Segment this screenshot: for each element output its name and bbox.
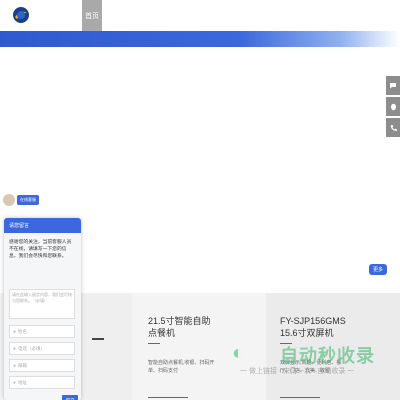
product-bottom-line — [148, 397, 188, 398]
message-textarea[interactable]: 请在此输入留言内容，我们会尽快与您联系。（必填） — [9, 289, 75, 319]
nav-home[interactable]: 首页 — [82, 0, 102, 31]
product-card-placeholder[interactable] — [80, 293, 132, 400]
name-field[interactable]: ● 姓名 — [9, 325, 75, 338]
product-dash — [92, 338, 104, 340]
product-title[interactable]: FY-SJP156GMS 15.6寸双屏机 — [280, 315, 360, 339]
header: 首页 — [0, 0, 400, 31]
more-button[interactable]: 更多 — [369, 264, 387, 275]
logo-icon[interactable] — [12, 6, 30, 24]
phone-placeholder: 电话（必填） — [18, 345, 46, 351]
chat-bubble-icon[interactable] — [386, 76, 400, 95]
address-placeholder: 地址 — [18, 379, 28, 385]
phone-icon[interactable] — [386, 118, 400, 137]
name-placeholder: 姓名 — [18, 328, 28, 334]
product-title[interactable]: 21.5寸智能自助点餐机 — [148, 315, 218, 339]
watermark-brand: 自动秒收录 — [280, 346, 375, 366]
phone-icon: ● — [13, 345, 17, 352]
floating-toolbar — [386, 76, 400, 139]
watermark-subtitle: 一 做上链接 · 来访一次 · 自动收录 一 — [240, 368, 355, 375]
user-icon: ● — [13, 328, 17, 335]
product-bottom-line — [280, 397, 320, 398]
chat-widget: 请您留言 感谢您的关注，当前客服人员不在线，请填写一下您的信息，我们会尽快和您联… — [4, 218, 81, 400]
qq-icon[interactable] — [386, 97, 400, 116]
agent-row[interactable]: 在线客服 — [3, 193, 39, 207]
phone-field[interactable]: ● 电话（必填） — [9, 342, 75, 355]
agent-tag[interactable]: 在线客服 — [17, 195, 39, 205]
email-field[interactable]: ● 邮箱 — [9, 359, 75, 372]
product-desc: 智能自助点餐机,收银、扫码开单、扫码支付 — [148, 360, 215, 374]
chat-message: 感谢您的关注，当前客服人员不在线，请填写一下您的信息，我们会尽快和您联系。 — [9, 240, 72, 259]
watermark: ◐ 自动秒收录 一 做上链接 · 来访一次 · 自动收录 一 — [232, 338, 392, 378]
product-underline — [148, 343, 160, 344]
chat-title[interactable]: 请您留言 — [4, 218, 81, 233]
submit-button[interactable]: 提交 — [62, 395, 78, 400]
avatar — [3, 194, 15, 206]
chat-body: 感谢您的关注，当前客服人员不在线，请填写一下您的信息，我们会尽快和您联系。 请在… — [4, 233, 81, 400]
email-icon: ● — [13, 362, 17, 369]
address-field[interactable]: ● 地址 — [9, 376, 75, 389]
watermark-logo-icon: ◐ — [232, 342, 245, 364]
location-icon: ● — [13, 379, 17, 386]
email-placeholder: 邮箱 — [18, 362, 28, 368]
hero-banner — [0, 31, 400, 47]
